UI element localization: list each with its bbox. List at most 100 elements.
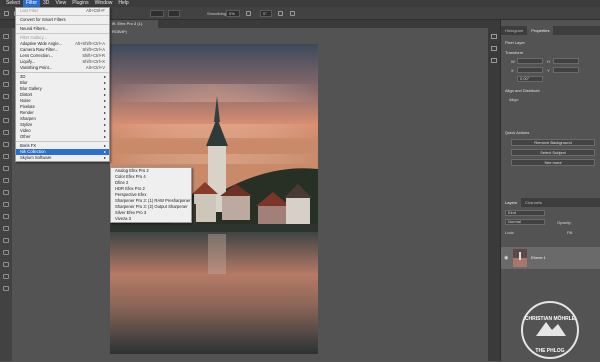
menu-item-label: Liquify... bbox=[20, 59, 36, 64]
menu-plugins[interactable]: Plugins bbox=[69, 0, 91, 7]
kind-label: Kind bbox=[508, 210, 517, 215]
layer-row[interactable]: ◉ Ebene 1 bbox=[501, 247, 600, 269]
menu-separator bbox=[16, 15, 109, 16]
smoothing-gear-icon[interactable] bbox=[246, 11, 251, 16]
w-field[interactable] bbox=[517, 58, 543, 64]
layer-name[interactable]: Ebene 1 bbox=[531, 255, 546, 260]
fill-label: Fill: bbox=[567, 230, 574, 235]
tool-icon[interactable] bbox=[3, 202, 9, 207]
nik-collection-submenu: Analog Efex Pro 2 Color Efex Pro 4 Dfine 2… bbox=[110, 167, 192, 223]
tool-icon[interactable] bbox=[3, 238, 9, 243]
tool-icon[interactable] bbox=[3, 250, 9, 255]
filter-menu-item[interactable]: Last Filter Alt+Ctrl+F bbox=[16, 8, 109, 14]
document-tab[interactable]: Ift. Efex Pro 3 (1). RGB/8*) bbox=[108, 20, 158, 34]
filter-menu-item[interactable]: Convert for Smart Filters bbox=[16, 17, 109, 23]
eye-icon[interactable]: ◉ bbox=[504, 255, 508, 261]
menu-item-label: Vanishing Point... bbox=[20, 65, 53, 70]
tool-icon[interactable] bbox=[3, 190, 9, 195]
menu-item-label: Distort bbox=[20, 92, 33, 97]
tool-icon[interactable] bbox=[3, 118, 9, 123]
menu-view[interactable]: View bbox=[52, 0, 69, 7]
h-field[interactable] bbox=[553, 58, 579, 64]
menu-item-shortcut: Alt+Ctrl+F bbox=[86, 8, 105, 13]
brush-preset-icon[interactable] bbox=[4, 11, 9, 16]
watermark-logo: CHRISTIAN MÖHRLE THE PHLOG bbox=[521, 301, 579, 359]
menu-separator bbox=[16, 24, 109, 25]
tool-icon[interactable] bbox=[3, 130, 9, 135]
tab-properties[interactable]: Properties bbox=[527, 26, 554, 35]
watermark-top-text: CHRISTIAN MÖHRLE bbox=[525, 315, 576, 322]
the-phlog-watermark: CHRISTIAN MÖHRLE THE PHLOG bbox=[520, 300, 580, 360]
y-field[interactable] bbox=[553, 67, 579, 73]
angle-field[interactable]: 0,00° bbox=[517, 76, 543, 82]
tool-icon[interactable] bbox=[3, 34, 9, 39]
select-subject-button[interactable]: Select Subject bbox=[511, 149, 595, 156]
tool-icon[interactable] bbox=[3, 58, 9, 63]
tool-icon[interactable] bbox=[3, 106, 9, 111]
menu-item-label: Other bbox=[20, 134, 31, 139]
layer-filter-dropdown[interactable]: Kind bbox=[505, 210, 545, 216]
menu-item-label: Blur bbox=[20, 80, 28, 85]
menu-filter[interactable]: Filter bbox=[22, 0, 41, 7]
smoothing-label: Smoothing: bbox=[207, 11, 228, 16]
tool-icon[interactable] bbox=[3, 70, 9, 75]
tool-icon[interactable] bbox=[3, 46, 9, 51]
menu-item-label: Boris FX bbox=[20, 143, 37, 148]
smoothing-value[interactable]: 0% bbox=[226, 10, 240, 17]
pressure-icon[interactable] bbox=[278, 11, 283, 16]
menu-separator bbox=[16, 72, 109, 73]
tab-layers[interactable]: Layers bbox=[501, 198, 522, 207]
tool-icon[interactable] bbox=[3, 166, 9, 171]
tool-icon[interactable] bbox=[3, 154, 9, 159]
tool-icon[interactable] bbox=[3, 274, 9, 279]
menu-item-label: Stylize bbox=[20, 122, 33, 127]
remove-background-button[interactable]: Remove Background bbox=[511, 139, 595, 146]
tool-icon[interactable] bbox=[3, 82, 9, 87]
swatches-icon[interactable] bbox=[491, 58, 497, 63]
properties-tabs: Histogram Properties bbox=[501, 26, 600, 35]
tool-icon[interactable] bbox=[3, 226, 9, 231]
tool-icon[interactable] bbox=[3, 94, 9, 99]
tool-icon[interactable] bbox=[3, 214, 9, 219]
x-field[interactable] bbox=[517, 67, 543, 73]
x-label: X bbox=[511, 68, 514, 73]
blend-mode-value: Normal bbox=[508, 219, 521, 224]
tool-icon[interactable] bbox=[3, 262, 9, 267]
menu-3d[interactable]: 3D bbox=[40, 0, 52, 7]
angle-field[interactable]: 0° bbox=[260, 10, 272, 17]
menu-item-label: Sharpen bbox=[20, 116, 36, 121]
history-icon[interactable] bbox=[491, 34, 497, 39]
menu-window[interactable]: Window bbox=[92, 0, 116, 7]
layer-type-label: Pixel Layer bbox=[505, 40, 525, 45]
transform-heading: Transform bbox=[505, 50, 524, 55]
filter-menu-item[interactable]: Vanishing Point... Alt+Ctrl+V bbox=[16, 65, 109, 71]
see-more-button[interactable]: See more bbox=[511, 159, 595, 166]
menu-item-label: Noise bbox=[20, 98, 31, 103]
filter-menu-item[interactable]: Skylum Software ▸ bbox=[16, 155, 109, 161]
menu-item-label: Filter Gallery... bbox=[20, 35, 47, 40]
nik-menu-item[interactable]: Viveza 3 bbox=[111, 216, 191, 222]
mode-dropdown[interactable] bbox=[150, 10, 164, 17]
w-label: W bbox=[511, 59, 515, 64]
menu-item-label: 3D bbox=[20, 74, 26, 79]
menu-help[interactable]: Help bbox=[115, 0, 131, 7]
opacity-dropdown[interactable] bbox=[168, 10, 180, 17]
tab-channels[interactable]: Channels bbox=[521, 198, 546, 207]
document-tab-title: Ift. Efex Pro 3 (1). RGB/8*) bbox=[112, 21, 144, 34]
right-dock-strip bbox=[488, 20, 500, 361]
filter-menu-item[interactable]: Neural Filters... bbox=[16, 26, 109, 32]
tool-icon[interactable] bbox=[3, 286, 9, 291]
menu-item-label: Blur Gallery bbox=[20, 86, 42, 91]
menu-item-label: Neural Filters... bbox=[20, 26, 49, 31]
tool-icon[interactable] bbox=[3, 142, 9, 147]
adjustments-icon[interactable] bbox=[491, 46, 497, 51]
symmetry-icon[interactable] bbox=[290, 11, 295, 16]
opacity-label: Opacity: bbox=[557, 220, 572, 225]
blend-mode-dropdown[interactable]: Normal bbox=[505, 219, 545, 225]
menu-select[interactable]: Select bbox=[3, 0, 23, 7]
tab-histogram[interactable]: Histogram bbox=[501, 26, 527, 35]
filter-menu-item[interactable]: Other ▸ bbox=[16, 134, 109, 140]
watermark-bottom-text: THE PHLOG bbox=[535, 348, 564, 354]
tool-icon[interactable] bbox=[3, 178, 9, 183]
menu-item-label: Camera Raw Filter... bbox=[20, 47, 59, 52]
